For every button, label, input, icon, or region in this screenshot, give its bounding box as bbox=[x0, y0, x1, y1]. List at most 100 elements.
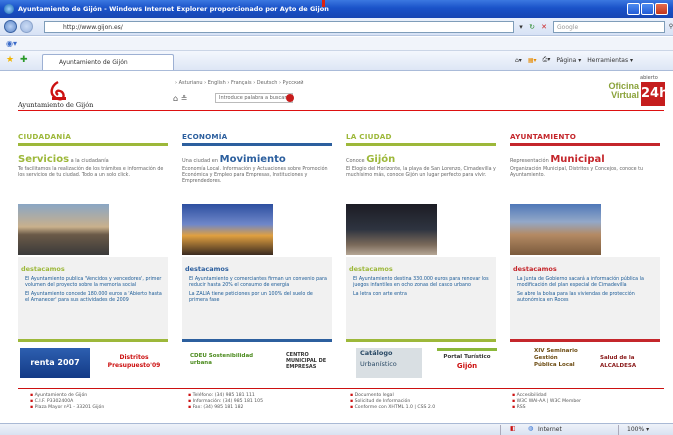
column-bar bbox=[18, 143, 168, 146]
column-subtitle: Una ciudad en Movimiento bbox=[182, 154, 332, 165]
oficina-virtual-link[interactable]: Oficina Virtual bbox=[594, 82, 639, 100]
site-search-placeholder: Introduce palabra a buscar bbox=[219, 95, 287, 101]
subtitle-pre: Representación bbox=[510, 158, 551, 164]
globe-icon: ◍ bbox=[528, 425, 534, 432]
home-icon[interactable]: ⌂ ≗ bbox=[173, 94, 187, 103]
stop-icon[interactable]: ✕ bbox=[539, 22, 549, 32]
abierto-label: abierto bbox=[640, 75, 658, 81]
news-link[interactable]: Se abre la bolsa para las viviendas de p… bbox=[514, 292, 656, 304]
catalogo-text-1: Catálogo bbox=[360, 349, 393, 357]
search-placeholder: Google bbox=[557, 23, 579, 31]
subtitle-post: a la ciudadanía bbox=[69, 158, 109, 164]
column-title[interactable]: ECONOMÍA bbox=[182, 132, 332, 142]
column-photo[interactable] bbox=[346, 204, 437, 255]
renta-banner[interactable]: renta 2007 bbox=[20, 348, 90, 378]
destacamos-box: destacamos El Ayuntamiento y comerciantes… bbox=[182, 257, 332, 342]
column-bar bbox=[182, 143, 332, 146]
add-favorite-icon[interactable]: ✚ bbox=[20, 55, 28, 65]
column-photo[interactable] bbox=[18, 204, 109, 255]
destacamos-heading: destacamos bbox=[21, 265, 65, 273]
links-icon[interactable]: ◉▾ bbox=[6, 39, 17, 48]
news-link[interactable]: El Ayuntamiento publica 'Vencidos y venc… bbox=[22, 277, 164, 289]
minimize-button[interactable] bbox=[627, 3, 640, 15]
tools-menu[interactable]: Herramientas ▾ bbox=[587, 57, 633, 64]
tab-row: ★ ✚ Ayuntamiento de Gijón ⌂▾ ▦▾ ⎙▾ Págin… bbox=[0, 51, 673, 71]
footer-divider bbox=[18, 388, 664, 389]
column-description: El Elogio del Horizonte, la playa de San… bbox=[346, 167, 496, 178]
news-link[interactable]: La letra con arte entra bbox=[350, 292, 492, 298]
destacamos-heading: destacamos bbox=[185, 265, 229, 273]
url-input[interactable]: http://www.gijon.es/ bbox=[44, 21, 514, 33]
column-title[interactable]: CIUDADANÍA bbox=[18, 132, 168, 142]
window-title-bar: Ayuntamiento de Gijón - Windows Internet… bbox=[0, 0, 673, 18]
red-marker bbox=[322, 0, 325, 7]
column-bar bbox=[346, 143, 496, 146]
feeds-icon[interactable]: ▦▾ bbox=[528, 57, 537, 64]
footer-legal[interactable]: Documento legalSolicitud de InformaciónC… bbox=[350, 393, 436, 411]
destacamos-heading: destacamos bbox=[513, 265, 557, 273]
destacamos-box: destacamos La Junta de Gobierno sacará a … bbox=[510, 257, 660, 342]
news-link[interactable]: El Ayuntamiento y comerciantes firman un… bbox=[186, 277, 328, 289]
catalogo-banner[interactable]: Catálogo Urbanístico bbox=[356, 348, 422, 378]
status-bar: ◧ ◍ Internet 100% ▾ bbox=[0, 423, 673, 435]
distritos-banner[interactable]: Distritos Presupuesto'09 bbox=[104, 348, 164, 378]
zone-label: Internet bbox=[538, 426, 562, 433]
search-input[interactable]: Google bbox=[553, 21, 665, 33]
window-title: Ayuntamiento de Gijón - Windows Internet… bbox=[18, 5, 329, 13]
column-subtitle: Representación Municipal bbox=[510, 154, 660, 165]
tab-label: Ayuntamiento de Gijón bbox=[59, 59, 128, 66]
footer-line[interactable]: Conforme con XHTML 1.0 | CSS 2.0 bbox=[350, 405, 436, 411]
seminario-banner[interactable]: XIV Seminario Gestión Pública Local bbox=[520, 348, 582, 378]
zoom-level[interactable]: 100% ▾ bbox=[627, 426, 649, 433]
news-link[interactable]: El Ayuntamiento destina 330.000 euros pa… bbox=[350, 277, 492, 289]
ie-logo-icon bbox=[4, 4, 14, 14]
subtitle-pre: Conoce bbox=[346, 158, 367, 164]
favorites-star-icon[interactable]: ★ bbox=[6, 55, 14, 65]
search-icon[interactable]: ⚲ bbox=[666, 22, 673, 32]
column-economia: ECONOMÍA Una ciudad en Movimiento Economía… bbox=[182, 132, 332, 342]
centro-empresas-banner[interactable]: CENTRO MUNICIPAL DE EMPRESAS bbox=[272, 348, 332, 378]
refresh-icon[interactable]: ↻ bbox=[527, 22, 537, 32]
language-links[interactable]: › Asturianu › English › Français › Deuts… bbox=[175, 80, 304, 86]
maximize-button[interactable] bbox=[641, 3, 654, 15]
column-bar bbox=[510, 143, 660, 146]
site-search-input[interactable]: Introduce palabra a buscar bbox=[215, 93, 293, 103]
footer-line[interactable]: RSS bbox=[512, 405, 581, 411]
column-la-ciudad: LA CIUDAD Conoce Gijón El Elogio del Horiz… bbox=[346, 132, 496, 342]
column-description: Te facilitamos la realización de los trá… bbox=[18, 167, 164, 178]
home-icon[interactable]: ⌂▾ bbox=[515, 57, 522, 64]
subtitle-main: Movimiento bbox=[219, 154, 286, 165]
url-text: http://www.gijon.es/ bbox=[63, 23, 123, 31]
address-bar: http://www.gijon.es/ ▾ ↻ ✕ Google ⚲ bbox=[0, 18, 673, 36]
tab-gijon[interactable]: Ayuntamiento de Gijón bbox=[42, 54, 174, 70]
site-search-button[interactable] bbox=[286, 94, 294, 102]
column-title[interactable]: LA CIUDAD bbox=[346, 132, 496, 142]
24h-badge[interactable]: 24h. bbox=[641, 82, 673, 106]
news-link[interactable]: El Ayuntamiento concede 180.000 euros a … bbox=[22, 292, 164, 304]
forward-button[interactable] bbox=[20, 20, 33, 33]
footer-accessibility[interactable]: AccesibilidadW3C WAI-AA | W3C MemberRSS bbox=[512, 393, 581, 411]
close-button[interactable] bbox=[655, 3, 668, 15]
news-link[interactable]: La Junta de Gobierno sacará a informació… bbox=[514, 277, 656, 289]
subtitle-pre: Una ciudad en bbox=[182, 158, 220, 164]
destacamos-box: destacamos El Ayuntamiento destina 330.00… bbox=[346, 257, 496, 342]
footer-line: Fax: (34) 985 181 182 bbox=[188, 405, 263, 411]
footer-contact: Teléfono: (34) 985 181 111Información: (… bbox=[188, 393, 263, 411]
portal-text-2: Gijón bbox=[456, 362, 478, 370]
print-icon[interactable]: ⎙▾ bbox=[543, 56, 551, 64]
salud-alcaldesa-banner[interactable]: Salud de la ALCALDESA bbox=[600, 348, 658, 378]
footer-address: Ayuntamiento de GijónC.I.F. P3302400APla… bbox=[30, 393, 105, 411]
portal-turistico-banner[interactable]: Portal Turístico Gijón bbox=[437, 348, 497, 378]
dropdown-arrow-icon[interactable]: ▾ bbox=[516, 22, 526, 32]
column-photo[interactable] bbox=[510, 204, 601, 255]
destacamos-box: destacamos El Ayuntamiento publica 'Venci… bbox=[18, 257, 168, 342]
cdeu-banner[interactable]: CDEU Sostenibilidad urbana bbox=[190, 348, 258, 378]
column-photo[interactable] bbox=[182, 204, 273, 255]
news-link[interactable]: La ZALIA tiene peticiones por un 100% de… bbox=[186, 292, 328, 304]
back-button[interactable] bbox=[4, 20, 17, 33]
subtitle-main: Municipal bbox=[550, 154, 605, 165]
column-description: Economía Local. Información y Actuacione… bbox=[182, 167, 328, 184]
page-menu[interactable]: Página ▾ bbox=[556, 57, 581, 64]
subtitle-main: Servicios bbox=[18, 154, 70, 165]
column-title[interactable]: AYUNTAMIENTO bbox=[510, 132, 660, 142]
